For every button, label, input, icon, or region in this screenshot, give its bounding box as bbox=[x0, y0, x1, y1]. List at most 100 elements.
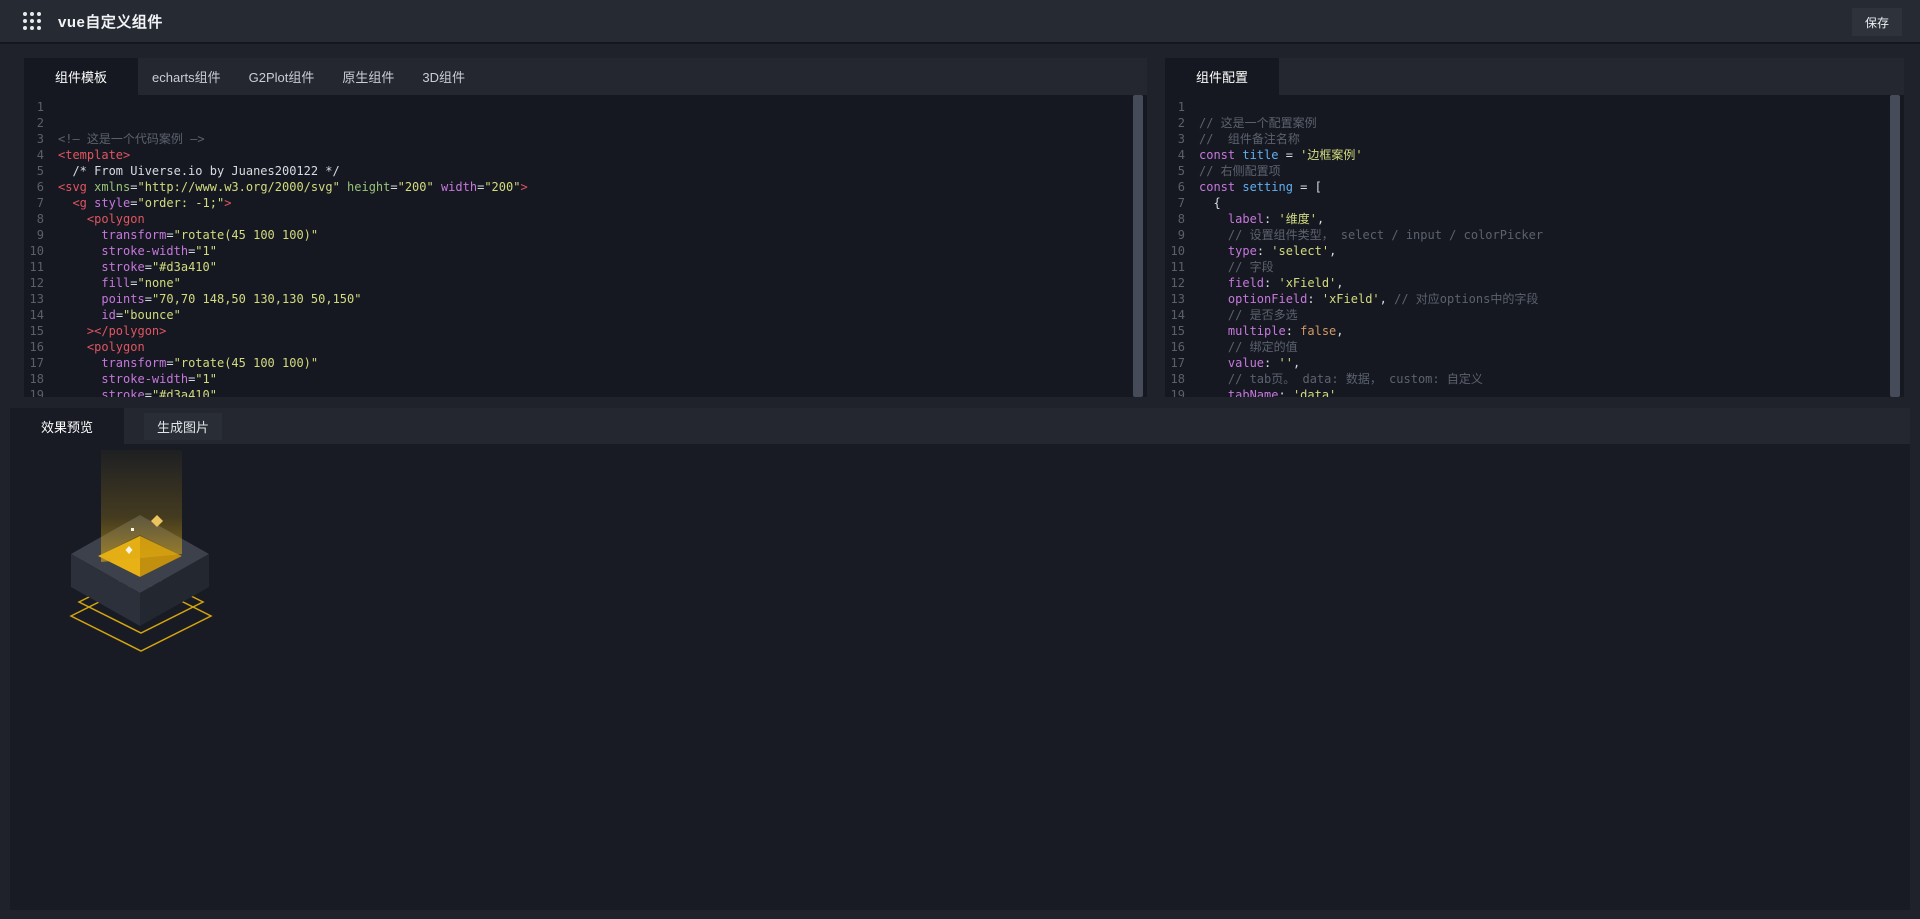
code-lines: <!— 这是一个代码案例 —><template> /* From Uivers… bbox=[50, 95, 1147, 397]
code-token bbox=[58, 388, 101, 397]
code-line: { bbox=[1199, 195, 1904, 211]
code-token: 'xField' bbox=[1278, 276, 1336, 290]
code-token: "rotate(45 100 100)" bbox=[174, 356, 319, 370]
line-number: 4 bbox=[24, 147, 44, 163]
save-button[interactable]: 保存 bbox=[1852, 8, 1902, 36]
config-editor-scrollbar[interactable] bbox=[1890, 95, 1900, 397]
line-number: 15 bbox=[24, 323, 44, 339]
code-token: "none" bbox=[138, 276, 181, 290]
tab-g2plot-component[interactable]: G2Plot组件 bbox=[235, 58, 329, 95]
code-token: "order: -1;" bbox=[138, 196, 225, 210]
code-token: : bbox=[1257, 244, 1271, 258]
code-line: <g style="order: -1;"> bbox=[58, 195, 1147, 211]
line-number-gutter: 12345678910111213141516171819 bbox=[1165, 95, 1191, 397]
code-line: transform="rotate(45 100 100)" bbox=[58, 227, 1147, 243]
config-code-editor[interactable]: 12345678910111213141516171819 // 这是一个配置案… bbox=[1165, 95, 1904, 397]
line-number-gutter: 12345678910111213141516171819 bbox=[24, 95, 50, 397]
code-token bbox=[58, 196, 72, 210]
tab-native-component[interactable]: 原生组件 bbox=[328, 58, 408, 95]
code-token: xmlns bbox=[87, 180, 130, 194]
code-token bbox=[58, 356, 101, 370]
tab-component-config[interactable]: 组件配置 bbox=[1165, 58, 1279, 95]
code-token: <svg bbox=[58, 180, 87, 194]
code-token: ></polygon> bbox=[87, 324, 166, 338]
code-line: tabName: 'data' bbox=[1199, 387, 1904, 397]
code-token: = bbox=[116, 308, 123, 322]
tab-effect-preview[interactable]: 效果预览 bbox=[10, 408, 124, 444]
code-token bbox=[58, 276, 101, 290]
template-editor-scrollbar[interactable] bbox=[1133, 95, 1143, 397]
line-number: 5 bbox=[1165, 163, 1185, 179]
code-token bbox=[1199, 308, 1228, 322]
code-token: , bbox=[1329, 244, 1336, 258]
code-line: stroke="#d3a410" bbox=[58, 259, 1147, 275]
code-line: // 字段 bbox=[1199, 259, 1904, 275]
code-token: points bbox=[101, 292, 144, 306]
line-number: 14 bbox=[1165, 307, 1185, 323]
code-token bbox=[58, 212, 87, 226]
code-line: points="70,70 148,50 130,130 50,150" bbox=[58, 291, 1147, 307]
code-token: // 绑定的值 bbox=[1228, 340, 1298, 354]
code-line: stroke-width="1" bbox=[58, 371, 1147, 387]
code-token: "200" bbox=[484, 180, 520, 194]
code-token: : bbox=[1307, 292, 1321, 306]
template-tabbar: 组件模板echarts组件G2Plot组件原生组件3D组件 bbox=[24, 58, 1147, 95]
code-line: <svg xmlns="http://www.w3.org/2000/svg" … bbox=[58, 179, 1147, 195]
line-number: 18 bbox=[24, 371, 44, 387]
code-line bbox=[58, 99, 1147, 115]
code-token: stroke bbox=[101, 388, 144, 397]
code-token: "http://www.w3.org/2000/svg" bbox=[138, 180, 340, 194]
code-token: > bbox=[224, 196, 231, 210]
code-line bbox=[58, 115, 1147, 131]
code-token: // 这是一个配置案例 bbox=[1199, 116, 1317, 130]
line-number: 2 bbox=[24, 115, 44, 131]
light-beam bbox=[101, 450, 182, 562]
code-token: stroke bbox=[101, 260, 144, 274]
page-title: vue自定义组件 bbox=[58, 11, 163, 32]
line-number: 19 bbox=[24, 387, 44, 397]
line-number: 12 bbox=[24, 275, 44, 291]
tab-generate-image[interactable]: 生成图片 bbox=[144, 413, 222, 440]
code-line: stroke="#d3a410" bbox=[58, 387, 1147, 397]
code-token: , bbox=[1380, 292, 1394, 306]
code-token: fill bbox=[101, 276, 130, 290]
tab-component-template[interactable]: 组件模板 bbox=[24, 58, 138, 95]
line-number: 9 bbox=[1165, 227, 1185, 243]
code-token bbox=[1199, 228, 1228, 242]
topbar: vue自定义组件 保存 bbox=[0, 0, 1920, 44]
line-number: 17 bbox=[24, 355, 44, 371]
code-token: "70,70 148,50 130,130 50,150" bbox=[152, 292, 362, 306]
line-number: 6 bbox=[1165, 179, 1185, 195]
code-token bbox=[58, 308, 101, 322]
line-number: 1 bbox=[24, 99, 44, 115]
code-token bbox=[1199, 340, 1228, 354]
line-number: 7 bbox=[1165, 195, 1185, 211]
line-number: 14 bbox=[24, 307, 44, 323]
tab-3d-component[interactable]: 3D组件 bbox=[408, 58, 479, 95]
code-token: : bbox=[1264, 276, 1278, 290]
code-token bbox=[58, 260, 101, 274]
tab-echarts-component[interactable]: echarts组件 bbox=[138, 58, 235, 95]
line-number: 1 bbox=[1165, 99, 1185, 115]
code-token: 'xField' bbox=[1322, 292, 1380, 306]
code-token: tabName bbox=[1228, 388, 1279, 397]
code-token: /* From Uiverse.io by Juanes200122 */ bbox=[58, 164, 340, 178]
code-token: : bbox=[1278, 388, 1292, 397]
code-token: "200" bbox=[398, 180, 434, 194]
code-token bbox=[58, 340, 87, 354]
code-token: , bbox=[1336, 276, 1343, 290]
code-token: optionField bbox=[1228, 292, 1307, 306]
line-number: 4 bbox=[1165, 147, 1185, 163]
code-token bbox=[58, 372, 101, 386]
code-line: // 右侧配置项 bbox=[1199, 163, 1904, 179]
code-line: label: '维度', bbox=[1199, 211, 1904, 227]
code-line: /* From Uiverse.io by Juanes200122 */ bbox=[58, 163, 1147, 179]
line-number: 7 bbox=[24, 195, 44, 211]
code-token: "#d3a410" bbox=[152, 388, 217, 397]
code-token: field bbox=[1228, 276, 1264, 290]
code-token: const bbox=[1199, 148, 1235, 162]
apps-grid-icon[interactable] bbox=[22, 11, 42, 31]
code-token: // 对应options中的字段 bbox=[1394, 292, 1538, 306]
template-code-editor[interactable]: 12345678910111213141516171819 <!— 这是一个代码… bbox=[24, 95, 1147, 397]
code-token bbox=[1199, 212, 1228, 226]
